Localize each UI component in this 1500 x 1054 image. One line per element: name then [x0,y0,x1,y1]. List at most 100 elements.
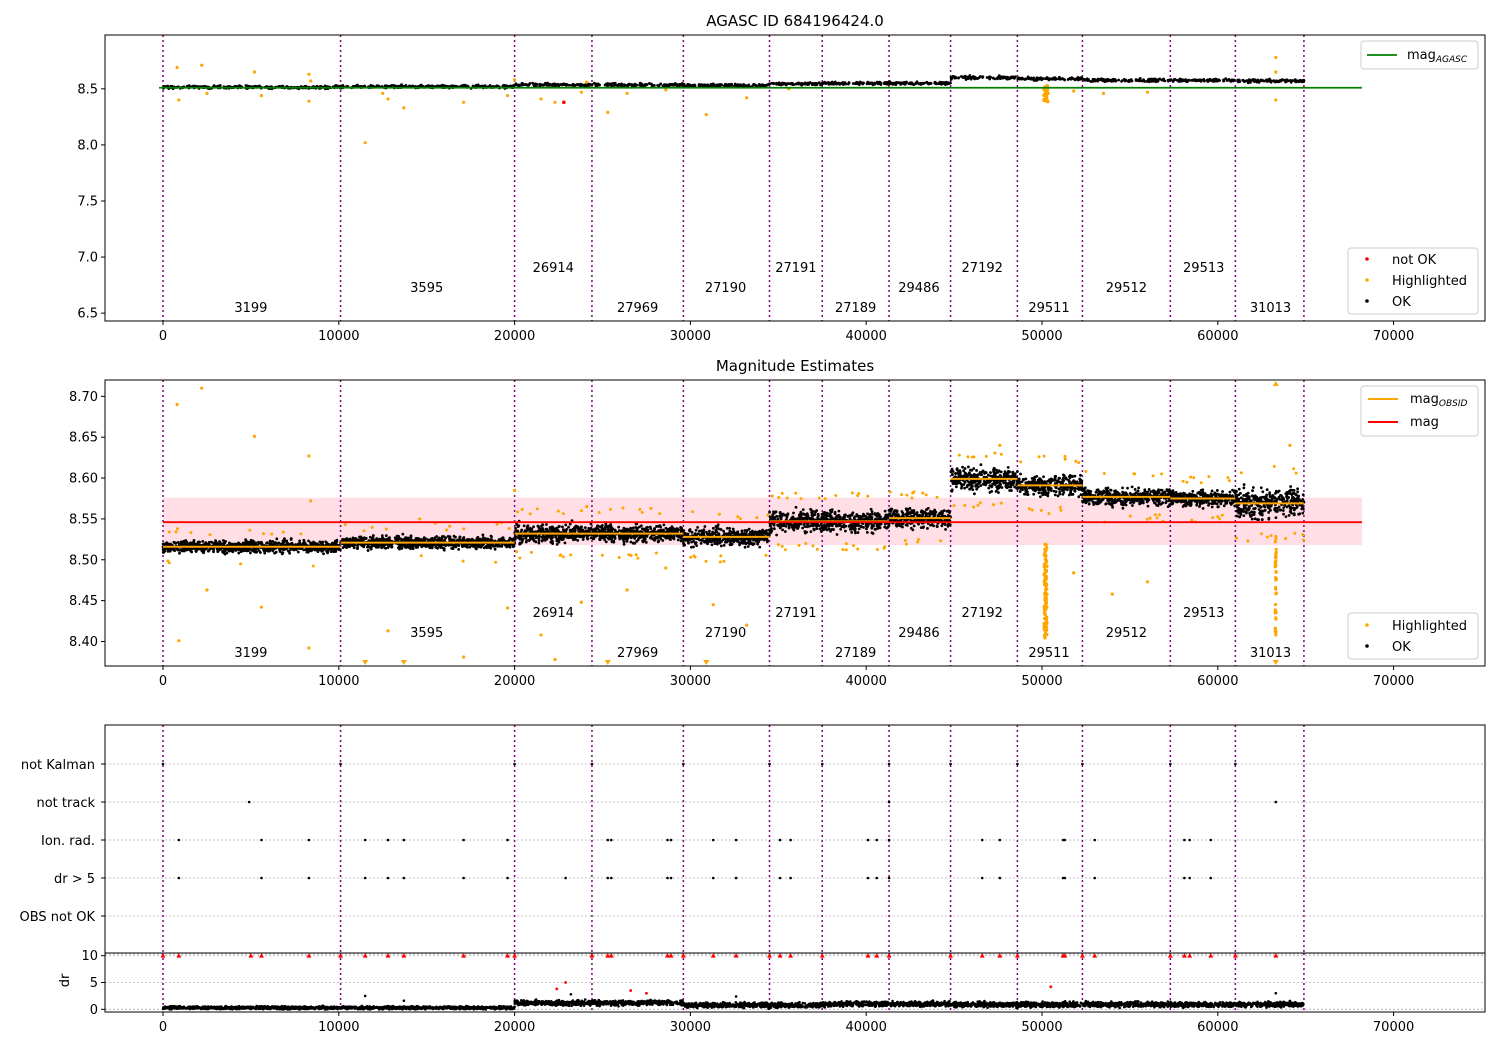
ok-point [813,529,816,532]
ok-point [835,83,838,86]
highlighted-point [175,66,178,69]
ok-point [426,544,429,547]
ok-point [528,539,531,542]
ok-point [738,543,741,546]
ok-point [718,542,721,545]
obsid-label: 31013 [1250,301,1291,316]
ok-point [212,548,215,551]
highlighted-point [309,79,312,82]
ok-point [878,81,881,84]
ok-point [717,523,720,526]
ok-point [754,530,757,533]
x-tick-label: 0 [159,329,167,344]
ok-point [744,537,747,540]
ok-point [922,82,925,85]
ok-point [540,525,543,528]
ok-point [420,544,423,547]
ok-point [999,77,1002,80]
ok-point [720,528,723,531]
ok-point [582,538,585,541]
ok-point [271,549,274,552]
ok-point [269,540,272,543]
ok-point [884,82,887,85]
ok-point [677,535,680,538]
ok-point [614,82,617,85]
ok-point [646,526,649,529]
ok-point [589,528,592,531]
ok-point [532,538,535,541]
ok-point [571,84,574,87]
ok-point [396,538,399,541]
legend-bottom: not OKHighlightedOK [1348,248,1478,314]
ok-point [913,83,916,86]
highlighted-point [1045,97,1048,100]
ok-point [871,82,874,85]
highlighted-point [205,92,208,95]
ok-point [542,528,545,531]
ok-point [523,524,526,527]
ok-point [809,530,812,533]
ok-point [535,536,538,539]
ok-point [558,84,561,87]
ok-point [518,543,521,546]
ok-point [948,82,951,85]
ok-point [187,543,190,546]
agasc-magnitude-panel: AGASC ID 684196424.031993595269142796927… [77,12,1485,344]
ok-point [557,530,560,533]
ok-point [466,538,469,541]
ok-point [607,529,610,532]
highlighted-point [745,96,748,99]
ok-point [775,534,778,537]
ok-point [193,539,196,542]
ok-point [214,539,217,542]
obsid-label: 27192 [962,261,1003,276]
ok-point [661,539,664,542]
ok-point [723,544,726,547]
ok-point [529,82,532,85]
ok-point [698,530,701,533]
ok-point [242,542,245,545]
ok-point [489,538,492,541]
ok-point [646,529,649,532]
ok-point [753,542,756,545]
highlighted-point [626,92,629,95]
x-tick-label: 30000 [670,329,711,344]
ok-point [564,541,567,544]
highlighted-point [253,70,256,73]
ok-point [391,545,394,548]
ok-point [441,84,444,87]
ok-point [630,536,633,539]
ok-point [745,529,748,532]
ok-point [275,551,278,554]
ok-point [277,542,280,545]
ok-point [741,530,744,533]
ok-point [963,76,966,79]
ok-point [627,83,630,86]
ok-point [1260,78,1263,81]
ok-point [310,542,313,545]
ok-point [201,540,204,543]
ok-point [696,526,699,529]
ok-point [219,542,222,545]
ok-point [658,524,661,527]
legend-label: Highlighted [1392,274,1467,289]
ok-point [773,527,776,530]
ok-point [1190,79,1193,82]
ok-point [802,83,805,86]
ok-point [434,538,437,541]
ok-point [788,82,791,85]
highlighted-point [705,113,708,116]
ok-point [1048,79,1051,82]
ok-point [313,542,316,545]
ok-point [684,532,687,535]
ok-point [554,84,557,87]
ok-point [558,535,561,538]
ok-point [485,545,488,548]
ok-point [458,539,461,542]
ok-point [747,545,750,548]
ok-point [957,77,960,80]
ok-point [910,82,913,85]
legend-marker [1365,257,1369,261]
ok-point [561,537,564,540]
ok-point [716,84,719,87]
